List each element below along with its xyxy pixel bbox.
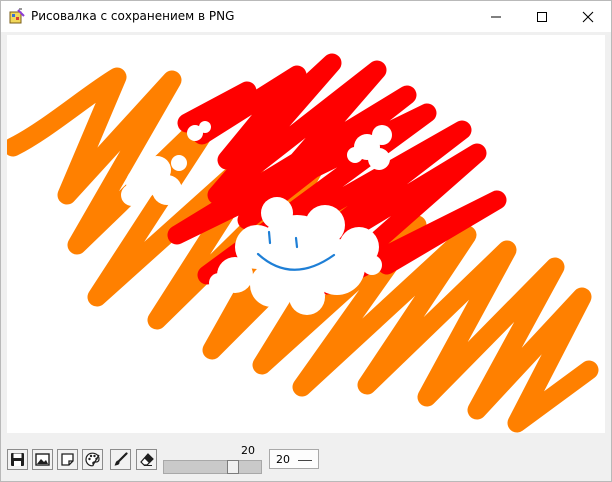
drawing-surface	[7, 53, 599, 433]
image-icon	[35, 453, 50, 466]
drawing-canvas[interactable]	[7, 35, 605, 433]
brush-icon	[114, 452, 128, 466]
close-icon	[582, 11, 594, 23]
brush-button[interactable]	[110, 449, 131, 470]
brush-size-select-value: 20	[276, 453, 290, 466]
window-title: Рисовалка с сохранением в PNG	[31, 9, 235, 23]
color-palette-button[interactable]	[82, 449, 103, 470]
dropdown-line-icon	[298, 460, 312, 461]
palette-icon	[85, 452, 100, 467]
brush-size-slider-value: 20	[241, 444, 255, 457]
minimize-icon	[491, 16, 501, 18]
save-button[interactable]	[7, 449, 28, 470]
bottom-toolbar: 20 20	[1, 441, 611, 481]
new-page-icon	[61, 453, 74, 466]
title-bar[interactable]: Рисовалка с сохранением в PNG	[1, 1, 611, 32]
brush-size-slider[interactable]	[163, 460, 262, 474]
brush-size-slider-thumb[interactable]	[227, 460, 239, 474]
app-icon	[9, 8, 25, 24]
maximize-icon	[537, 12, 547, 22]
maximize-button[interactable]	[519, 1, 565, 32]
new-page-button[interactable]	[57, 449, 78, 470]
minimize-button[interactable]	[473, 1, 519, 32]
close-button[interactable]	[565, 1, 611, 32]
save-icon	[11, 453, 24, 466]
brush-size-select[interactable]: 20	[269, 449, 319, 469]
eraser-button[interactable]	[136, 449, 157, 470]
eraser-icon	[140, 453, 154, 466]
app-window: Рисовалка с сохранением в PNG 20 20	[0, 0, 612, 482]
open-image-button[interactable]	[32, 449, 53, 470]
